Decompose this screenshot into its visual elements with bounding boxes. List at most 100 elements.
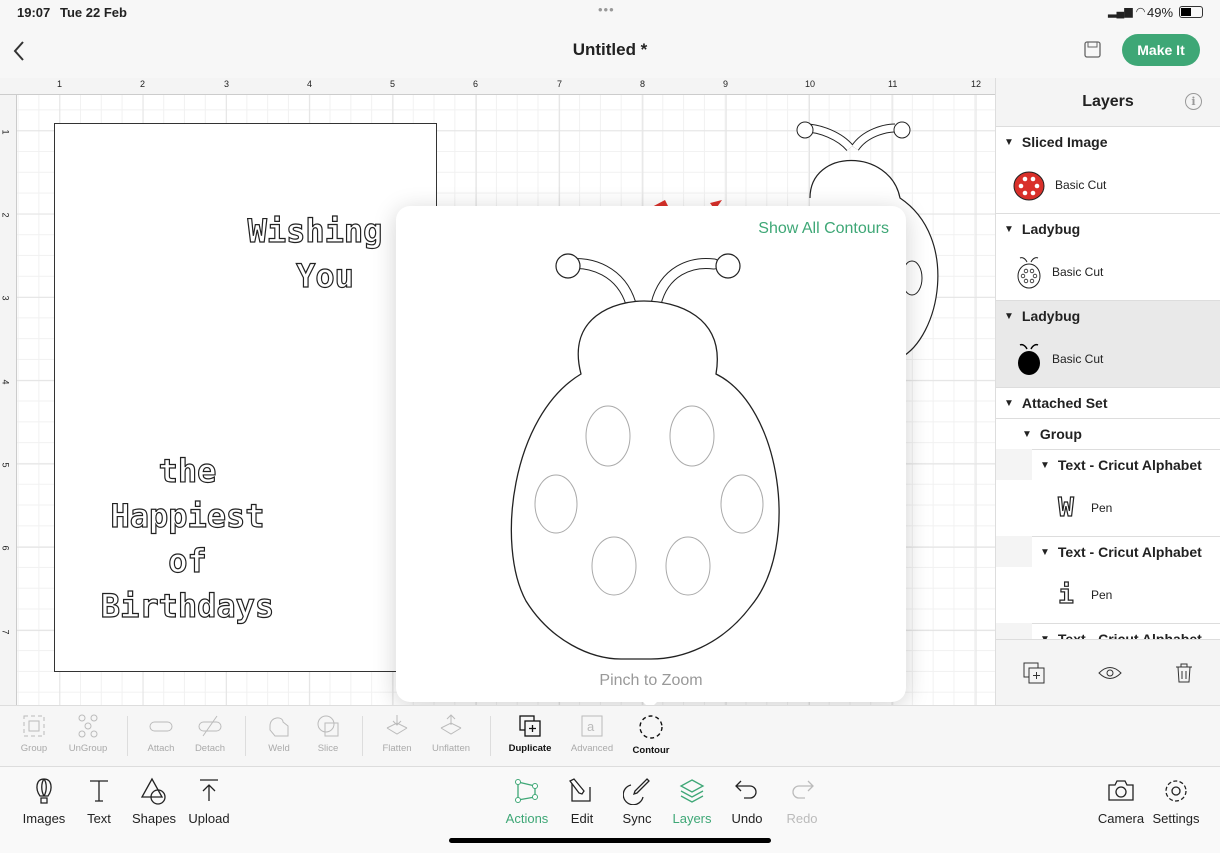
- ladybug-contour-preview[interactable]: [506, 246, 796, 666]
- layer-group-group[interactable]: ▼ Group: [996, 418, 1220, 449]
- sync-button[interactable]: Sync: [607, 777, 667, 826]
- weld-button[interactable]: Weld: [251, 714, 307, 754]
- pinch-to-zoom-hint: Pinch to Zoom: [599, 672, 703, 689]
- redo-button[interactable]: Redo: [772, 777, 832, 826]
- layers-title: Layers i: [996, 78, 1220, 126]
- expand-triangle-icon[interactable]: ▼: [1004, 224, 1014, 235]
- layer-item[interactable]: i Pen: [996, 567, 1220, 623]
- label: Advanced: [570, 743, 614, 754]
- delete-trash-icon[interactable]: [1175, 663, 1193, 683]
- camera-icon: [1108, 780, 1134, 801]
- contour-icon: [639, 715, 663, 739]
- layer-text-3[interactable]: ▼ Text - Cricut Alphabet: [1032, 623, 1220, 639]
- label: Sync: [622, 811, 652, 826]
- layer-name: Attached Set: [1021, 395, 1108, 411]
- ruler-label: 6: [0, 545, 11, 551]
- text-happiest[interactable]: Happiest: [55, 494, 320, 539]
- layer-group-attached-set[interactable]: ▼ Attached Set: [996, 387, 1220, 418]
- visibility-eye-icon[interactable]: [1098, 665, 1122, 681]
- layer-name: Text - Cricut Alphabet: [1057, 544, 1202, 560]
- multitask-dots-icon[interactable]: •••: [598, 2, 615, 17]
- text-the[interactable]: the: [55, 449, 320, 494]
- layer-item[interactable]: Basic Cut: [996, 244, 1220, 300]
- svg-text:a: a: [587, 719, 595, 734]
- unflatten-button[interactable]: Unflatten: [423, 714, 479, 754]
- signal-icon: ▂▄▆ ◠: [1108, 6, 1146, 18]
- ungroup-button[interactable]: UnGroup: [60, 714, 116, 754]
- ruler-label: 7: [0, 629, 11, 635]
- upload-button[interactable]: Upload: [179, 777, 239, 826]
- divider: [245, 716, 246, 756]
- status-time: 19:07: [17, 5, 51, 20]
- duplicate-button[interactable]: Duplicate: [502, 714, 558, 754]
- group-icon: [23, 715, 45, 737]
- images-button[interactable]: Images: [14, 777, 74, 826]
- ruler-label: 8: [640, 79, 646, 89]
- text-button[interactable]: Text: [69, 777, 129, 826]
- slice-button[interactable]: Slice: [300, 714, 356, 754]
- text-wishing[interactable]: Wishing: [215, 209, 415, 254]
- battery-icon: [1179, 6, 1203, 18]
- project-title: Untitled *: [572, 40, 648, 59]
- hot-air-balloon-icon: [36, 778, 52, 804]
- attach-button[interactable]: Attach: [133, 714, 189, 754]
- save-icon[interactable]: [1084, 41, 1101, 58]
- detach-icon: [198, 715, 222, 737]
- expand-triangle-icon[interactable]: ▼: [1004, 311, 1014, 322]
- layer-item-selected[interactable]: Basic Cut: [996, 331, 1220, 387]
- expand-triangle-icon[interactable]: ▼: [1040, 634, 1050, 640]
- undo-button[interactable]: Undo: [717, 777, 777, 826]
- text-of[interactable]: of: [55, 539, 320, 584]
- advanced-button[interactable]: a Advanced: [564, 714, 620, 754]
- gear-icon: [1165, 780, 1187, 802]
- layer-group-ladybug[interactable]: ▼ Ladybug: [996, 213, 1220, 244]
- shapes-button[interactable]: Shapes: [124, 777, 184, 826]
- edit-icon: [569, 778, 591, 802]
- sync-icon: [623, 778, 650, 805]
- duplicate-layer-icon[interactable]: [1023, 662, 1045, 684]
- expand-triangle-icon[interactable]: ▼: [1022, 429, 1032, 440]
- edit-button[interactable]: Edit: [552, 777, 612, 826]
- info-icon[interactable]: i: [1185, 93, 1202, 110]
- card-design[interactable]: Wishing You the Happiest of Birthdays: [54, 123, 437, 672]
- expand-triangle-icon[interactable]: ▼: [1004, 398, 1014, 409]
- camera-button[interactable]: Camera: [1091, 777, 1151, 826]
- layer-text-1[interactable]: ▼ Text - Cricut Alphabet: [1032, 449, 1220, 480]
- layer-item[interactable]: Basic Cut: [996, 157, 1220, 213]
- detach-button[interactable]: Detach: [182, 714, 238, 754]
- show-all-contours-button[interactable]: Show All Contours: [758, 220, 889, 238]
- ruler-label: 5: [0, 462, 11, 468]
- text-you[interactable]: You: [225, 254, 425, 299]
- redo-icon: [792, 780, 814, 799]
- layers-icon: [679, 779, 705, 803]
- weld-icon: [269, 717, 289, 737]
- layers-panel: Layers i ▼ Sliced Image Basic Cut ▼ Ladybu…: [995, 78, 1220, 705]
- layers-list[interactable]: ▼ Sliced Image Basic Cut ▼ Ladybug Basic C…: [996, 126, 1220, 639]
- flatten-button[interactable]: Flatten: [369, 714, 425, 754]
- home-indicator[interactable]: [449, 838, 771, 843]
- bottom-toolbar: Images Text Shapes Upload Actions Edit S…: [0, 767, 1220, 853]
- status-date: Tue 22 Feb: [60, 5, 127, 20]
- layers-tab-button[interactable]: Layers: [662, 777, 722, 826]
- advanced-icon: a: [581, 715, 603, 737]
- settings-button[interactable]: Settings: [1146, 777, 1206, 826]
- layer-item[interactable]: W Pen: [996, 480, 1220, 536]
- actions-tab-button[interactable]: Actions: [497, 777, 557, 826]
- unflatten-icon: [440, 714, 462, 735]
- text-w-icon: W: [1058, 492, 1075, 523]
- ladybug-outline-icon: [1017, 257, 1041, 289]
- contour-button[interactable]: Contour: [623, 714, 679, 756]
- text-birthdays[interactable]: Birthdays: [55, 584, 320, 629]
- make-it-button[interactable]: Make It: [1122, 34, 1200, 66]
- operation-label: Basic Cut: [1055, 178, 1107, 192]
- expand-triangle-icon[interactable]: ▼: [1040, 547, 1050, 558]
- label: Actions: [505, 811, 549, 826]
- expand-triangle-icon[interactable]: ▼: [1004, 137, 1014, 148]
- layer-group-ladybug-selected[interactable]: ▼ Ladybug: [996, 300, 1220, 331]
- layer-group-sliced-image[interactable]: ▼ Sliced Image: [996, 126, 1220, 157]
- layer-text-2[interactable]: ▼ Text - Cricut Alphabet: [1032, 536, 1220, 567]
- group-button[interactable]: Group: [6, 714, 62, 754]
- label: Flatten: [382, 743, 412, 754]
- attach-icon: [149, 721, 173, 732]
- expand-triangle-icon[interactable]: ▼: [1040, 460, 1050, 471]
